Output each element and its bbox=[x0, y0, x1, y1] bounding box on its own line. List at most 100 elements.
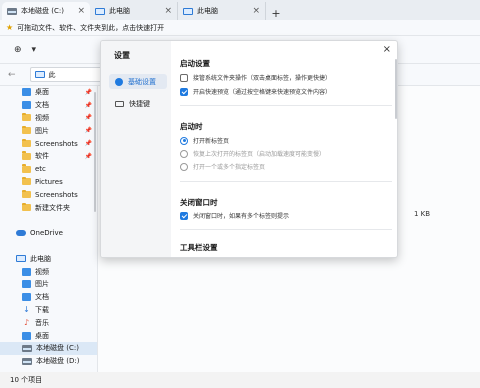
drive-icon bbox=[22, 357, 32, 365]
sidebar-item-label: Screenshots bbox=[35, 139, 78, 148]
quick-preview-checkbox[interactable]: 开启快速预览（通过按空格键来快速预览文件内容） bbox=[180, 87, 331, 96]
sidebar-item-label: Pictures bbox=[35, 177, 63, 186]
sidebar-item-label: 桌面 bbox=[35, 331, 49, 340]
settings-nav: 设置 基础设置 快捷键 bbox=[101, 41, 171, 257]
divider bbox=[180, 105, 392, 106]
computer-icon bbox=[16, 255, 26, 263]
sidebar-item-desktop[interactable]: 桌面 📌 bbox=[0, 86, 97, 99]
checkbox[interactable] bbox=[180, 73, 188, 82]
option-label: 关闭窗口时，如果有多个标签则提示 bbox=[193, 213, 290, 220]
onedrive-icon bbox=[16, 230, 26, 237]
sidebar-item-videos-folder[interactable]: 视频 📌 bbox=[0, 112, 97, 125]
folder-icon bbox=[22, 138, 31, 148]
sidebar-item-pictures[interactable]: 图片 bbox=[0, 278, 97, 291]
radio[interactable] bbox=[180, 162, 188, 171]
takeover-folder-checkbox[interactable]: 接管系统文件夹操作（双击桌面标签，操作更快捷） bbox=[180, 73, 331, 82]
videos-icon bbox=[22, 267, 31, 276]
sidebar-item-label: 视频 bbox=[35, 267, 49, 276]
tab-close-button[interactable]: × bbox=[77, 6, 85, 16]
computer-icon bbox=[183, 7, 193, 15]
tab-label: 本地磁盘 (C:) bbox=[21, 7, 64, 15]
nav-label: 快捷键 bbox=[129, 99, 150, 108]
drive-icon bbox=[7, 7, 17, 15]
close-window-prompt-checkbox[interactable]: 关闭窗口时，如果有多个标签则提示 bbox=[180, 211, 289, 220]
sidebar-item-documents[interactable]: 文档 📌 bbox=[0, 99, 97, 112]
tab-local-disk-c[interactable]: 本地磁盘 (C:) × bbox=[2, 2, 90, 20]
sidebar-item-software[interactable]: 软件 📌 bbox=[0, 150, 97, 163]
sidebar-item-label: 此电脑 bbox=[30, 254, 51, 263]
pin-icon: 📌 bbox=[84, 88, 92, 96]
computer-icon bbox=[34, 71, 45, 78]
sidebar-item-music[interactable]: ♪ 音乐 bbox=[0, 316, 97, 329]
option-label: 恢复上次打开的标签页（启动加载速度可能变慢） bbox=[193, 151, 326, 158]
sidebar-item-label: 图片 bbox=[35, 280, 49, 289]
star-icon: ★ bbox=[6, 23, 14, 32]
sidebar-item-desktop-pc[interactable]: 桌面 bbox=[0, 329, 97, 342]
sidebar-item-etc[interactable]: etc bbox=[0, 163, 97, 176]
sidebar-item-this-pc[interactable]: 此电脑 bbox=[0, 252, 97, 265]
sidebar-item-label: 新建文件夹 bbox=[35, 203, 70, 212]
tab-bar: 本地磁盘 (C:) × 此电脑 × 此电脑 × + bbox=[0, 0, 480, 20]
sidebar-item-drive-d[interactable]: 本地磁盘 (D:) bbox=[0, 355, 97, 368]
open-new-tab-radio[interactable]: 打开新标签页 bbox=[180, 136, 229, 145]
sidebar-item-drive-c[interactable]: 本地磁盘 (C:) bbox=[0, 341, 97, 355]
checkbox-checked[interactable] bbox=[180, 87, 188, 96]
toolbar-settings-heading: 工具栏设置 bbox=[180, 243, 218, 252]
settings-icon bbox=[115, 77, 123, 86]
sidebar-item-videos[interactable]: 视频 bbox=[0, 265, 97, 278]
pin-icon: 📌 bbox=[84, 114, 92, 122]
restore-tabs-radio[interactable]: 恢复上次打开的标签页（启动加载速度可能变慢） bbox=[180, 149, 325, 158]
sidebar-item-label: 本地磁盘 (C:) bbox=[36, 344, 79, 353]
sidebar-item-label: 下载 bbox=[35, 305, 49, 314]
sidebar-item-documents-pc[interactable]: 文档 bbox=[0, 291, 97, 304]
sidebar-item-pictures-en[interactable]: Pictures bbox=[0, 176, 97, 189]
nav-basic-settings[interactable]: 基础设置 bbox=[109, 74, 167, 89]
tab-this-pc-2[interactable]: 此电脑 × bbox=[178, 2, 266, 20]
quick-access-hint-bar[interactable]: ★ 可拖动文件、软件、文件夹到此，点击快速打开 bbox=[0, 20, 480, 36]
tab-this-pc-1[interactable]: 此电脑 × bbox=[90, 2, 178, 20]
sidebar-item-label: OneDrive bbox=[30, 229, 63, 238]
chevron-down-icon[interactable]: ▾ bbox=[32, 45, 37, 55]
settings-dialog: 设置 基础设置 快捷键 × 启动设置 接管系统文件夹操作（双击桌面标签，操作更快… bbox=[100, 40, 398, 258]
new-item-icon[interactable]: ⊕ bbox=[14, 45, 22, 55]
radio-selected[interactable] bbox=[180, 136, 188, 145]
drive-icon bbox=[22, 344, 32, 352]
desktop-icon bbox=[22, 88, 31, 97]
divider bbox=[180, 181, 392, 182]
address-text: 此 bbox=[48, 70, 56, 79]
nav-label: 基础设置 bbox=[128, 77, 156, 86]
back-arrow-icon[interactable]: ← bbox=[8, 70, 16, 80]
folder-icon bbox=[22, 164, 31, 173]
tab-close-button[interactable]: × bbox=[164, 6, 172, 16]
sidebar-item-pictures-folder[interactable]: 图片 📌 bbox=[0, 124, 97, 137]
folder-icon bbox=[22, 151, 31, 160]
documents-icon bbox=[22, 101, 31, 110]
new-tab-button[interactable]: + bbox=[269, 7, 283, 20]
sidebar-item-label: 桌面 bbox=[35, 88, 49, 97]
tab-label: 此电脑 bbox=[109, 7, 130, 15]
sidebar-item-downloads[interactable]: ↓ 下载 bbox=[0, 304, 97, 317]
folder-icon bbox=[22, 176, 31, 186]
close-button[interactable]: × bbox=[383, 44, 391, 55]
nav-shortcuts[interactable]: 快捷键 bbox=[109, 96, 167, 111]
on-startup-heading: 启动时 bbox=[180, 122, 203, 131]
sidebar-item-screenshots[interactable]: Screenshots bbox=[0, 188, 97, 201]
startup-settings-heading: 启动设置 bbox=[180, 59, 210, 68]
tab-close-button[interactable]: × bbox=[252, 6, 260, 16]
folder-icon bbox=[22, 202, 31, 212]
music-icon: ♪ bbox=[23, 318, 30, 328]
file-size-value: 1 KB bbox=[414, 210, 431, 218]
keyboard-icon bbox=[115, 100, 124, 107]
checkbox-checked[interactable] bbox=[180, 211, 188, 220]
radio[interactable] bbox=[180, 149, 188, 158]
open-specific-tabs-radio[interactable]: 打开一个或多个指定标签页 bbox=[180, 162, 265, 171]
sidebar-item-new-folder[interactable]: 新建文件夹 bbox=[0, 201, 97, 214]
sidebar-item-screenshots-pinned[interactable]: Screenshots 📌 bbox=[0, 137, 97, 150]
settings-scrollbar[interactable] bbox=[395, 59, 397, 119]
documents-icon bbox=[22, 293, 31, 302]
downloads-icon: ↓ bbox=[23, 305, 30, 315]
sidebar-item-label: Screenshots bbox=[35, 190, 78, 199]
sidebar-item-onedrive[interactable]: OneDrive bbox=[0, 227, 97, 240]
